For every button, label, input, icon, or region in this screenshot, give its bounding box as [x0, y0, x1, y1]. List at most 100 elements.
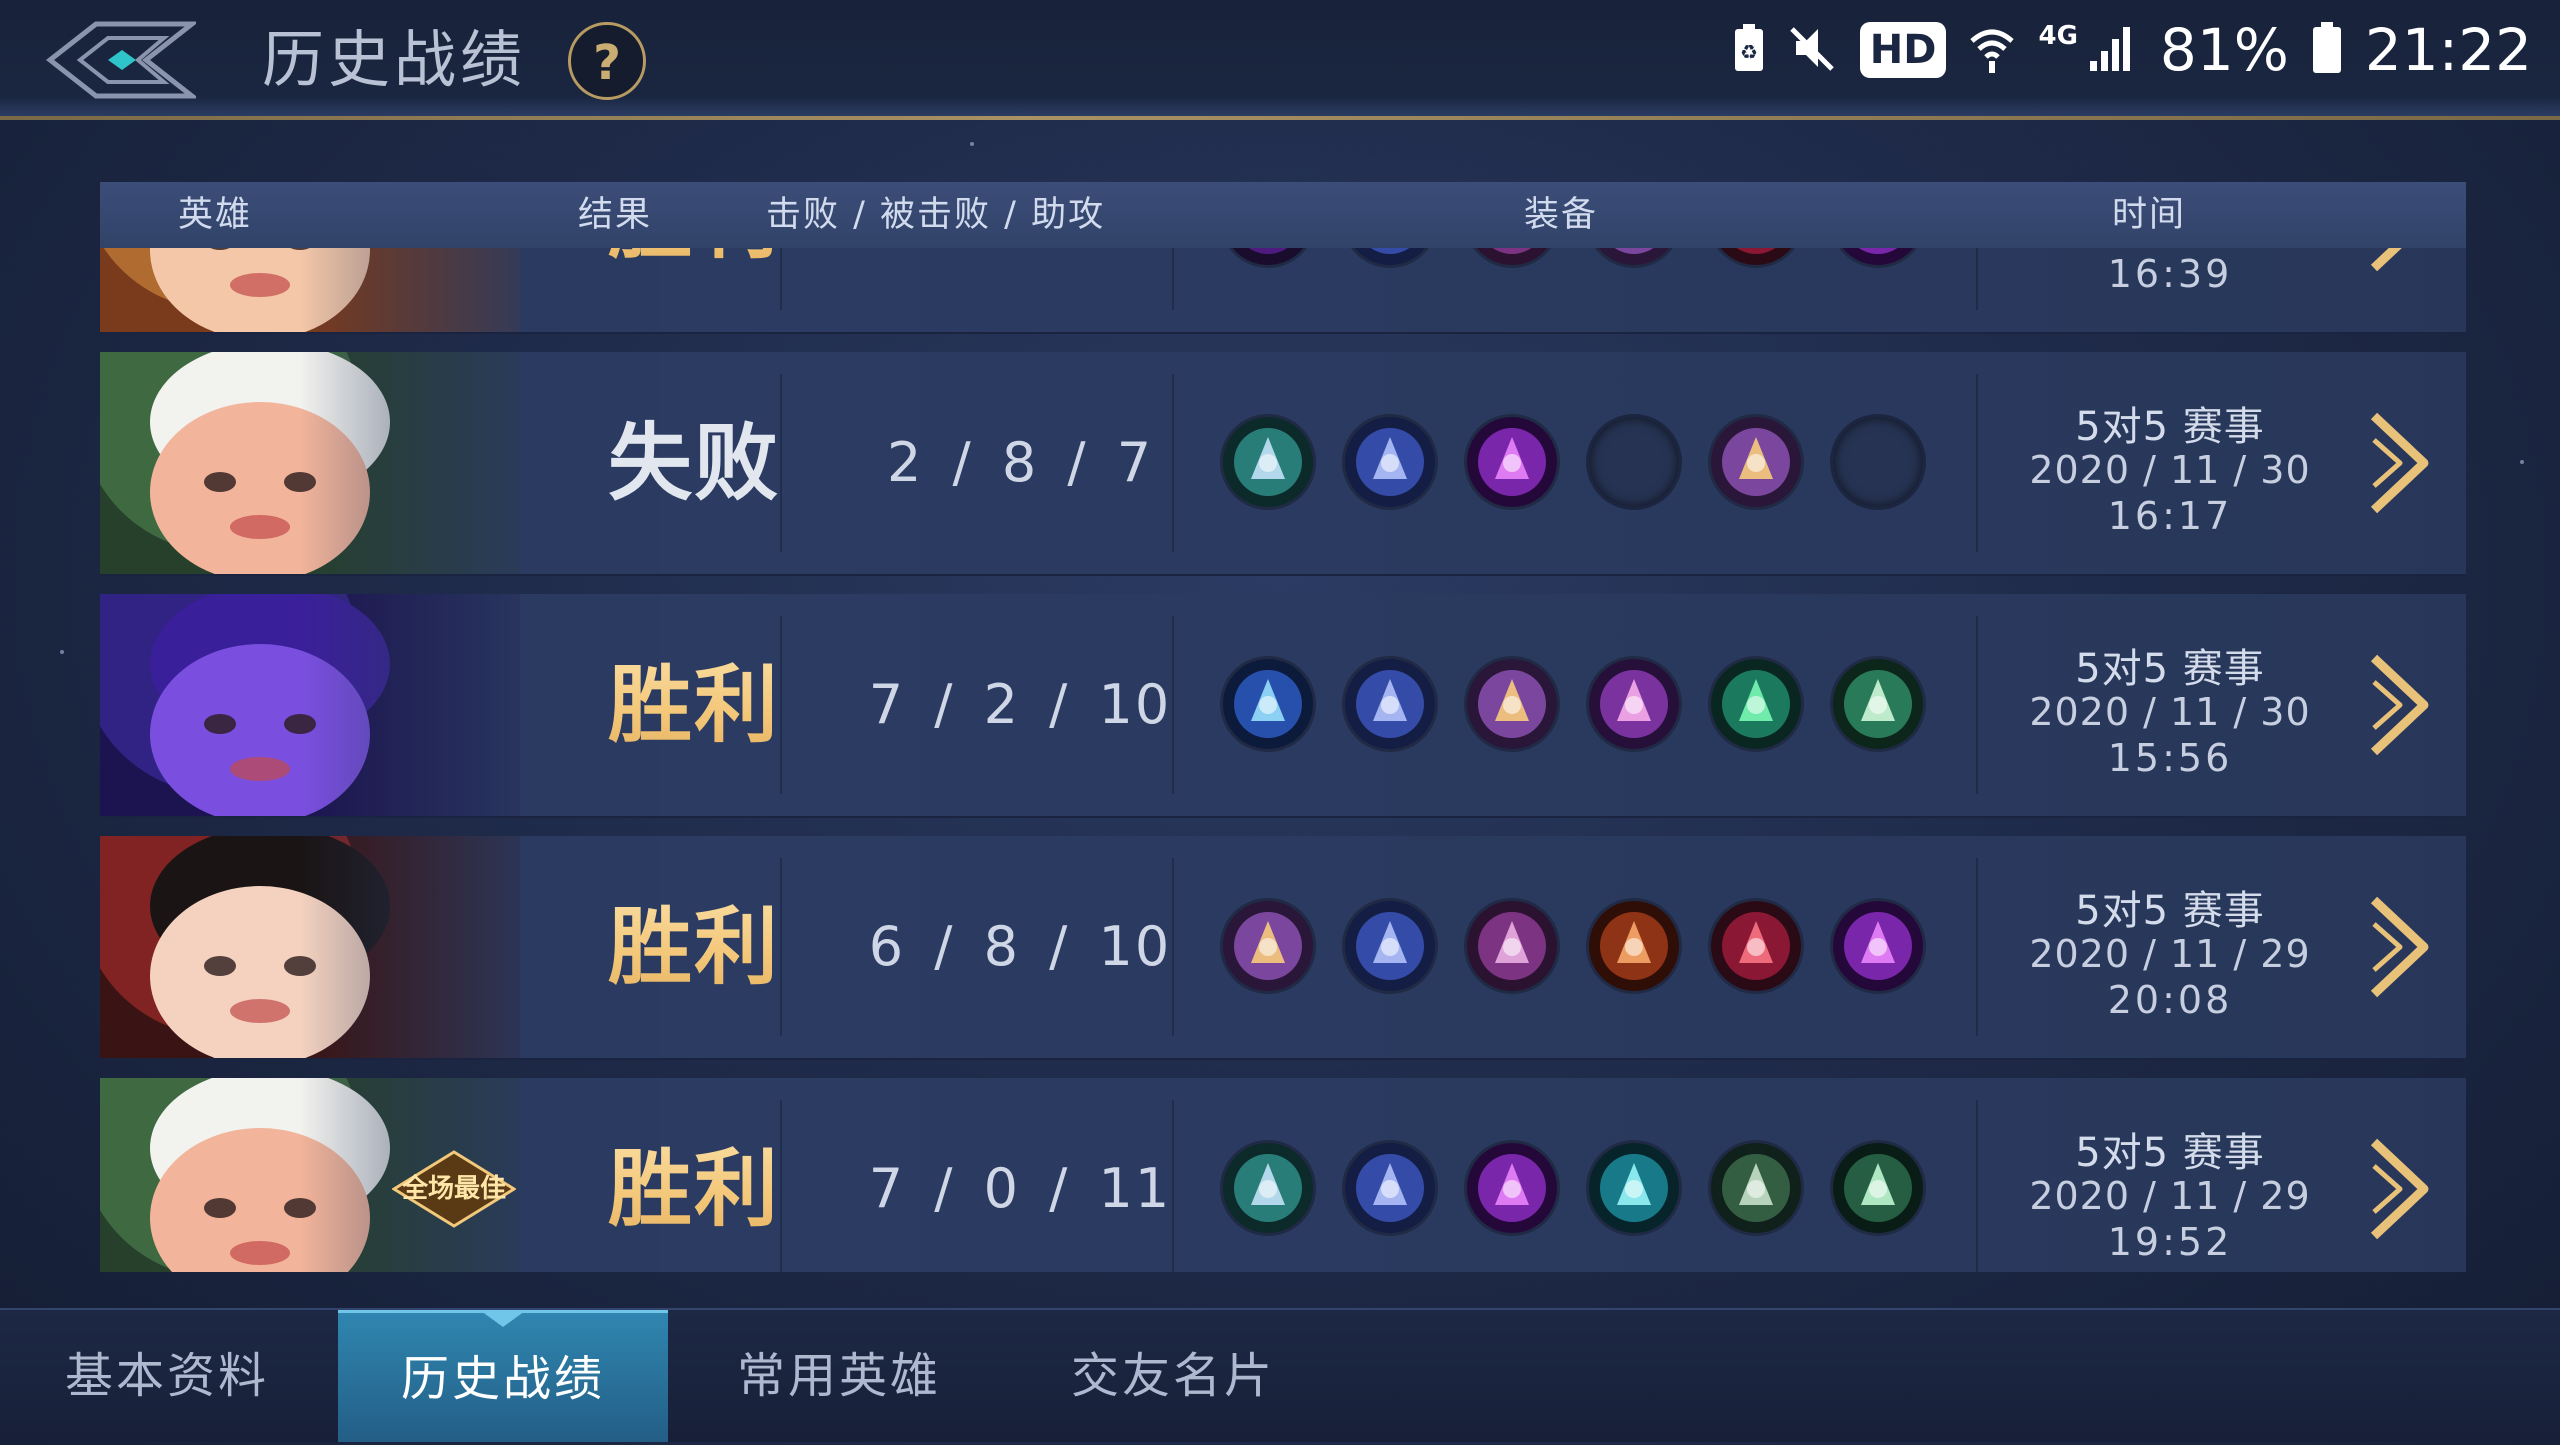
- match-row[interactable]: 失败 2 / 8 / 7 5对5 赛事 2020 / 11 / 30 16:17: [100, 352, 2466, 576]
- column-time: 时间: [2112, 195, 2187, 235]
- item-green-blade-icon[interactable]: [1830, 656, 1926, 752]
- wifi-icon: [1968, 23, 2016, 77]
- item-belt-icon[interactable]: [1708, 1140, 1804, 1236]
- item-purple-orb-icon[interactable]: [1586, 656, 1682, 752]
- sparkle-decoration: [970, 142, 974, 146]
- column-divider: [780, 858, 782, 1036]
- match-time: 16:39: [2107, 252, 2233, 296]
- match-time: 15:56: [2107, 736, 2233, 780]
- match-kda: 6 / 8 / 10: [868, 915, 1172, 978]
- match-result: 胜利: [480, 248, 780, 332]
- status-bar: ♻ HD 4G 81% 21:22: [1732, 10, 2532, 90]
- match-row[interactable]: 全场最佳 胜利 7 / 0 / 11 5对5 赛事 2020 / 11 / 29 19:…: [100, 1078, 2466, 1272]
- item-red-hat-icon[interactable]: [1708, 898, 1804, 994]
- back-arrow-icon: [45, 21, 200, 99]
- column-divider: [1172, 1100, 1174, 1272]
- item-boots-icon[interactable]: [1342, 898, 1438, 994]
- item-red-hat-icon[interactable]: [1708, 248, 1804, 268]
- match-row[interactable]: 胜利 6 / 8 / 10 5对5 赛事 2020 / 11 / 29 20:08: [100, 836, 2466, 1060]
- mute-icon: [1788, 23, 1838, 77]
- match-mode: 5对5 赛事: [2075, 404, 2265, 450]
- item-helm-icon[interactable]: [1220, 1140, 1316, 1236]
- item-green-staff-icon[interactable]: [1830, 1140, 1926, 1236]
- column-divider: [1976, 616, 1978, 794]
- item-green-orb-icon[interactable]: [1708, 656, 1804, 752]
- match-mode: 5对5 赛事: [2075, 888, 2265, 934]
- column-hero: 英雄: [178, 195, 253, 235]
- match-date: 2020 / 11 / 30: [2000, 248, 2340, 250]
- tab-friend-card[interactable]: 交友名片: [1006, 1310, 1340, 1442]
- match-date: 2020 / 11 / 29: [2029, 1174, 2311, 1218]
- match-kda: 7 / 0 / 11: [868, 1157, 1172, 1220]
- item-helm-icon[interactable]: [1220, 414, 1316, 510]
- match-kda: 7 / 2 / 10: [868, 673, 1172, 736]
- item-tome-icon[interactable]: [1464, 248, 1560, 268]
- top-bar: 历史战绩 ? ♻ HD 4G 81% 21:22: [0, 0, 2560, 120]
- help-button[interactable]: ?: [568, 22, 646, 100]
- column-divider: [1976, 858, 1978, 1036]
- status-time: 21:22: [2364, 16, 2532, 84]
- item-purple-wand-icon[interactable]: [1464, 414, 1560, 510]
- match-detail-chevron-icon[interactable]: [2366, 652, 2436, 758]
- network-type: 4G: [2038, 21, 2078, 51]
- match-detail-chevron-icon[interactable]: [2366, 1136, 2436, 1242]
- column-equipment: 装备: [1524, 195, 1599, 235]
- match-date: 2020 / 11 / 30: [2029, 448, 2311, 492]
- column-divider: [1172, 374, 1174, 552]
- match-result: 失败: [607, 414, 780, 512]
- top-bar-divider: [0, 116, 2560, 120]
- battery-saver-icon: ♻: [1732, 23, 1766, 77]
- svg-text:♻: ♻: [1740, 40, 1758, 64]
- column-divider: [1172, 858, 1174, 1036]
- match-detail-chevron-icon[interactable]: [2366, 248, 2436, 274]
- item-gold-shield-icon[interactable]: [1220, 898, 1316, 994]
- item-gold-shield-icon[interactable]: [1464, 656, 1560, 752]
- item-ice-axe-icon[interactable]: [1220, 656, 1316, 752]
- item-gold-shield-icon[interactable]: [1586, 248, 1682, 268]
- item-purple-wand-icon[interactable]: [1830, 898, 1926, 994]
- match-row[interactable]: 胜利5 / 1 / 15 5对5 赛事2020 / 11 / 3016:39: [100, 248, 2466, 334]
- item-boots-icon[interactable]: [1342, 656, 1438, 752]
- bottom-tab-bar: 基本资料 历史战绩 常用英雄 交友名片: [0, 1308, 2560, 1442]
- tab-basic-info[interactable]: 基本资料: [0, 1310, 334, 1442]
- match-detail-chevron-icon[interactable]: [2366, 410, 2436, 516]
- page-title: 历史战绩: [262, 23, 527, 96]
- match-result: 胜利: [480, 594, 780, 816]
- match-row[interactable]: 胜利 7 / 2 / 10 5对5 赛事 2020 / 11 / 30 15:56: [100, 594, 2466, 818]
- battery-percent: 81%: [2159, 16, 2289, 84]
- item-tome-icon[interactable]: [1464, 898, 1560, 994]
- column-divider: [780, 616, 782, 794]
- active-tab-indicator: [481, 1311, 525, 1327]
- item-teal-crown-icon[interactable]: [1586, 1140, 1682, 1236]
- match-time: 16:17: [2107, 494, 2233, 538]
- sparkle-decoration: [60, 650, 64, 654]
- hd-badge: HD: [1859, 22, 1947, 78]
- column-divider: [1172, 616, 1174, 794]
- item-red-armor-icon[interactable]: [1586, 898, 1682, 994]
- match-detail-chevron-icon[interactable]: [2366, 894, 2436, 1000]
- item-boots-icon[interactable]: [1342, 1140, 1438, 1236]
- item-purple-wand-icon[interactable]: [1464, 1140, 1560, 1236]
- item-purple-wand-icon[interactable]: [1830, 248, 1926, 268]
- match-list[interactable]: 胜利5 / 1 / 15 5对5 赛事2020 / 11 / 3016:39: [100, 248, 2466, 1272]
- column-divider: [780, 374, 782, 552]
- item-boots-icon[interactable]: [1342, 248, 1438, 268]
- match-mode: 5对5 赛事: [2075, 1130, 2265, 1176]
- column-divider: [780, 1100, 782, 1272]
- empty-item-slot: [1586, 414, 1682, 510]
- item-gold-shield-icon[interactable]: [1708, 414, 1804, 510]
- match-mode: 5对5 赛事: [2075, 646, 2265, 692]
- tab-match-history[interactable]: 历史战绩: [338, 1310, 668, 1442]
- tab-frequent-heroes[interactable]: 常用英雄: [672, 1310, 1006, 1442]
- column-result: 结果: [578, 195, 653, 235]
- column-divider: [1976, 1100, 1978, 1272]
- match-time: 20:08: [2107, 978, 2233, 1022]
- table-header: 英雄 结果 击败 / 被击败 / 助攻 装备 时间: [100, 182, 2466, 248]
- signal-icon: [2088, 23, 2138, 77]
- column-kda: 击败 / 被击败 / 助攻: [766, 195, 1106, 235]
- match-kda: 5 / 1 / 15: [800, 248, 1240, 332]
- item-boots-icon[interactable]: [1342, 414, 1438, 510]
- back-button[interactable]: [45, 18, 200, 102]
- match-date: 2020 / 11 / 29: [2029, 932, 2311, 976]
- column-divider: [1172, 248, 1174, 310]
